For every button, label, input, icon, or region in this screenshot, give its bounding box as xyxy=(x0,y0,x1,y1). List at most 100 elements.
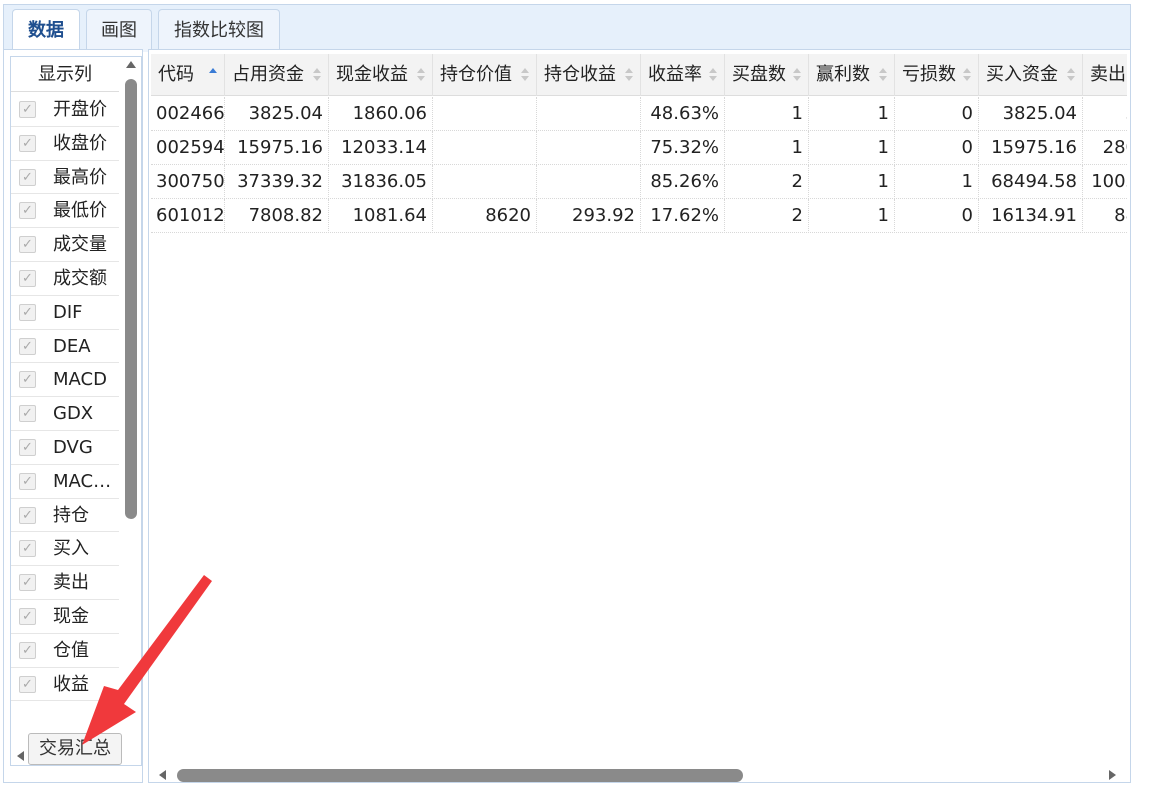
table-cell: 1 xyxy=(809,165,895,199)
column-header-label: 收益率 xyxy=(648,64,702,85)
column-toggle-item[interactable]: ✓ 开盘价 xyxy=(11,93,119,127)
table-cell: 3825.04 xyxy=(225,97,329,131)
column-toggle-item[interactable]: ✓ 成交量 xyxy=(11,228,119,262)
table-row[interactable]: 601012 7808.82 1081.64 8620 293.92 17.62% 2 1 0 1… xyxy=(151,199,1127,233)
column-toggle-label: 开盘价 xyxy=(53,99,107,120)
sort-icon[interactable] xyxy=(209,67,217,83)
scroll-right-arrow-icon[interactable] xyxy=(1109,770,1116,780)
column-header[interactable]: 现金收益 xyxy=(329,54,433,96)
column-header[interactable]: 收益率 xyxy=(641,54,725,96)
column-toggle-label: 现金 xyxy=(53,606,89,627)
column-checkbox[interactable]: ✓ xyxy=(19,641,36,659)
column-header-label: 持仓价值 xyxy=(440,64,512,85)
column-toggle-label: 卖出 xyxy=(53,572,89,594)
column-list-vscroll[interactable] xyxy=(121,57,141,747)
sort-icon[interactable] xyxy=(793,67,801,83)
column-header[interactable]: 买入资金 xyxy=(979,54,1083,96)
column-checkbox[interactable]: ✓ xyxy=(19,675,36,693)
sort-icon[interactable] xyxy=(417,67,425,83)
trade-summary-button[interactable]: 交易汇总 xyxy=(28,733,122,765)
column-toggle-item[interactable]: ✓ 持仓 xyxy=(11,499,119,533)
table-cell: 15975.16 xyxy=(979,131,1083,165)
column-checkbox[interactable]: ✓ xyxy=(19,236,36,254)
column-checkbox[interactable]: ✓ xyxy=(19,405,36,423)
column-toggle-item[interactable]: ✓ 收益 xyxy=(11,668,119,702)
column-header-label: 亏损数 xyxy=(902,64,956,85)
column-header-label: 代码 xyxy=(158,64,194,85)
sort-icon[interactable] xyxy=(963,67,971,83)
sort-icon[interactable] xyxy=(313,67,321,83)
column-toggle-item[interactable]: ✓ 买入 xyxy=(11,532,119,567)
column-header[interactable]: 赢利数 xyxy=(809,54,895,96)
table-row[interactable]: 300750 37339.32 31836.05 85.26% 2 1 1 68494.58 1… xyxy=(151,165,1127,199)
column-checkbox[interactable]: ✓ xyxy=(19,303,36,321)
column-header[interactable]: 占用资金 xyxy=(225,54,329,96)
scroll-left-arrow-icon[interactable] xyxy=(17,751,24,761)
column-toggle-label: 买入 xyxy=(53,538,89,560)
column-toggle-item[interactable]: ✓ MACD xyxy=(11,363,119,398)
table-cell: 002594 xyxy=(151,131,225,165)
column-toggle-label: 持仓 xyxy=(53,504,89,526)
column-toggle-item[interactable]: ✓ 成交额 xyxy=(11,262,119,296)
column-toggle-item[interactable]: ✓ DEA xyxy=(11,330,119,364)
sort-icon[interactable] xyxy=(521,67,529,83)
column-toggle-label: 成交量 xyxy=(53,234,107,256)
column-toggle-item[interactable]: ✓ 收盘价 xyxy=(11,127,119,161)
column-checkbox[interactable]: ✓ xyxy=(19,574,36,592)
column-header[interactable]: 代码 xyxy=(151,54,225,96)
column-checkbox[interactable]: ✓ xyxy=(19,337,36,355)
column-checkbox[interactable]: ✓ xyxy=(19,439,36,456)
sort-icon[interactable] xyxy=(625,67,633,83)
table-cell xyxy=(537,97,641,131)
column-checkbox[interactable]: ✓ xyxy=(19,270,36,287)
column-toggle-item[interactable]: ✓ 现金 xyxy=(11,600,119,634)
column-header[interactable]: 卖出 xyxy=(1083,54,1127,96)
table-row[interactable]: 0024663825.041860.0648.63%1103825.045 xyxy=(151,97,1127,131)
column-header[interactable]: 亏损数 xyxy=(895,54,979,96)
column-toggle-label: 成交额 xyxy=(53,268,107,289)
scroll-left-arrow-icon[interactable] xyxy=(159,770,166,780)
table-row[interactable]: 002594 15975.16 12033.14 75.32% 1 1 0 15975.16 2… xyxy=(151,131,1127,165)
column-header[interactable]: 持仓价值 xyxy=(433,54,537,96)
sort-icon[interactable] xyxy=(709,67,717,83)
column-toggle-item[interactable]: ✓ 卖出 xyxy=(11,566,119,600)
column-toggle-item[interactable]: ✓ MAC… xyxy=(11,465,119,499)
tab-data[interactable]: 数据 xyxy=(12,9,80,53)
column-header-label: 占用资金 xyxy=(232,64,304,85)
table-cell: 8620 xyxy=(433,199,537,233)
column-checkbox[interactable]: ✓ xyxy=(19,371,36,389)
column-header[interactable]: 买盘数 xyxy=(725,54,809,96)
table-cell: 601012 xyxy=(151,199,225,233)
column-toggle-item[interactable]: ✓ 最高价 xyxy=(11,161,119,195)
sort-icon[interactable] xyxy=(879,67,887,83)
column-checkbox[interactable]: ✓ xyxy=(19,608,36,625)
table-cell: 2 xyxy=(725,165,809,199)
sort-icon[interactable] xyxy=(1067,67,1075,83)
table-cell: 75.32% xyxy=(641,131,725,165)
column-checkbox[interactable]: ✓ xyxy=(19,540,36,558)
column-toggle-item[interactable]: ✓ 仓值 xyxy=(11,634,119,668)
column-toggle-item[interactable]: ✓ 最低价 xyxy=(11,194,119,229)
data-grid: 代码 占用资金 现金收益 持仓价值 持仓收益 收益率 买盘数 赢利数 亏损数 买入资金 卖出 002… xyxy=(151,54,1127,764)
tab-chart[interactable]: 画图 xyxy=(86,9,152,52)
column-checkbox[interactable]: ✓ xyxy=(19,506,36,524)
column-toggle-item[interactable]: ✓ DIF xyxy=(11,296,119,330)
vscroll-thumb[interactable] xyxy=(125,79,137,519)
column-checkbox[interactable]: ✓ xyxy=(19,101,36,118)
column-header[interactable]: 持仓收益 xyxy=(537,54,641,96)
column-list: 显示列 ✓ 开盘价 ✓ 收盘价 ✓ 最高价 ✓ 最低价 ✓ 成交量 ✓ 成交额 ✓ DIF ✓ DEA ✓ MAC… xyxy=(10,56,142,766)
scroll-up-arrow-icon[interactable] xyxy=(126,61,136,68)
column-toggle-label: MAC… xyxy=(53,470,112,492)
column-checkbox[interactable]: ✓ xyxy=(19,202,36,220)
column-checkbox[interactable]: ✓ xyxy=(19,168,36,186)
tab-index-compare[interactable]: 指数比较图 xyxy=(158,9,280,52)
table-cell: 1 xyxy=(895,165,979,199)
column-checkbox[interactable]: ✓ xyxy=(19,134,36,152)
column-toggle-item[interactable]: ✓ DVG xyxy=(11,431,119,465)
column-header-label: 现金收益 xyxy=(336,64,408,85)
column-toggle-label: 最高价 xyxy=(53,166,107,188)
column-toggle-item[interactable]: ✓ GDX xyxy=(11,397,119,431)
grid-hscroll-thumb[interactable] xyxy=(177,769,743,782)
column-checkbox[interactable]: ✓ xyxy=(19,472,36,490)
table-cell xyxy=(537,165,641,199)
